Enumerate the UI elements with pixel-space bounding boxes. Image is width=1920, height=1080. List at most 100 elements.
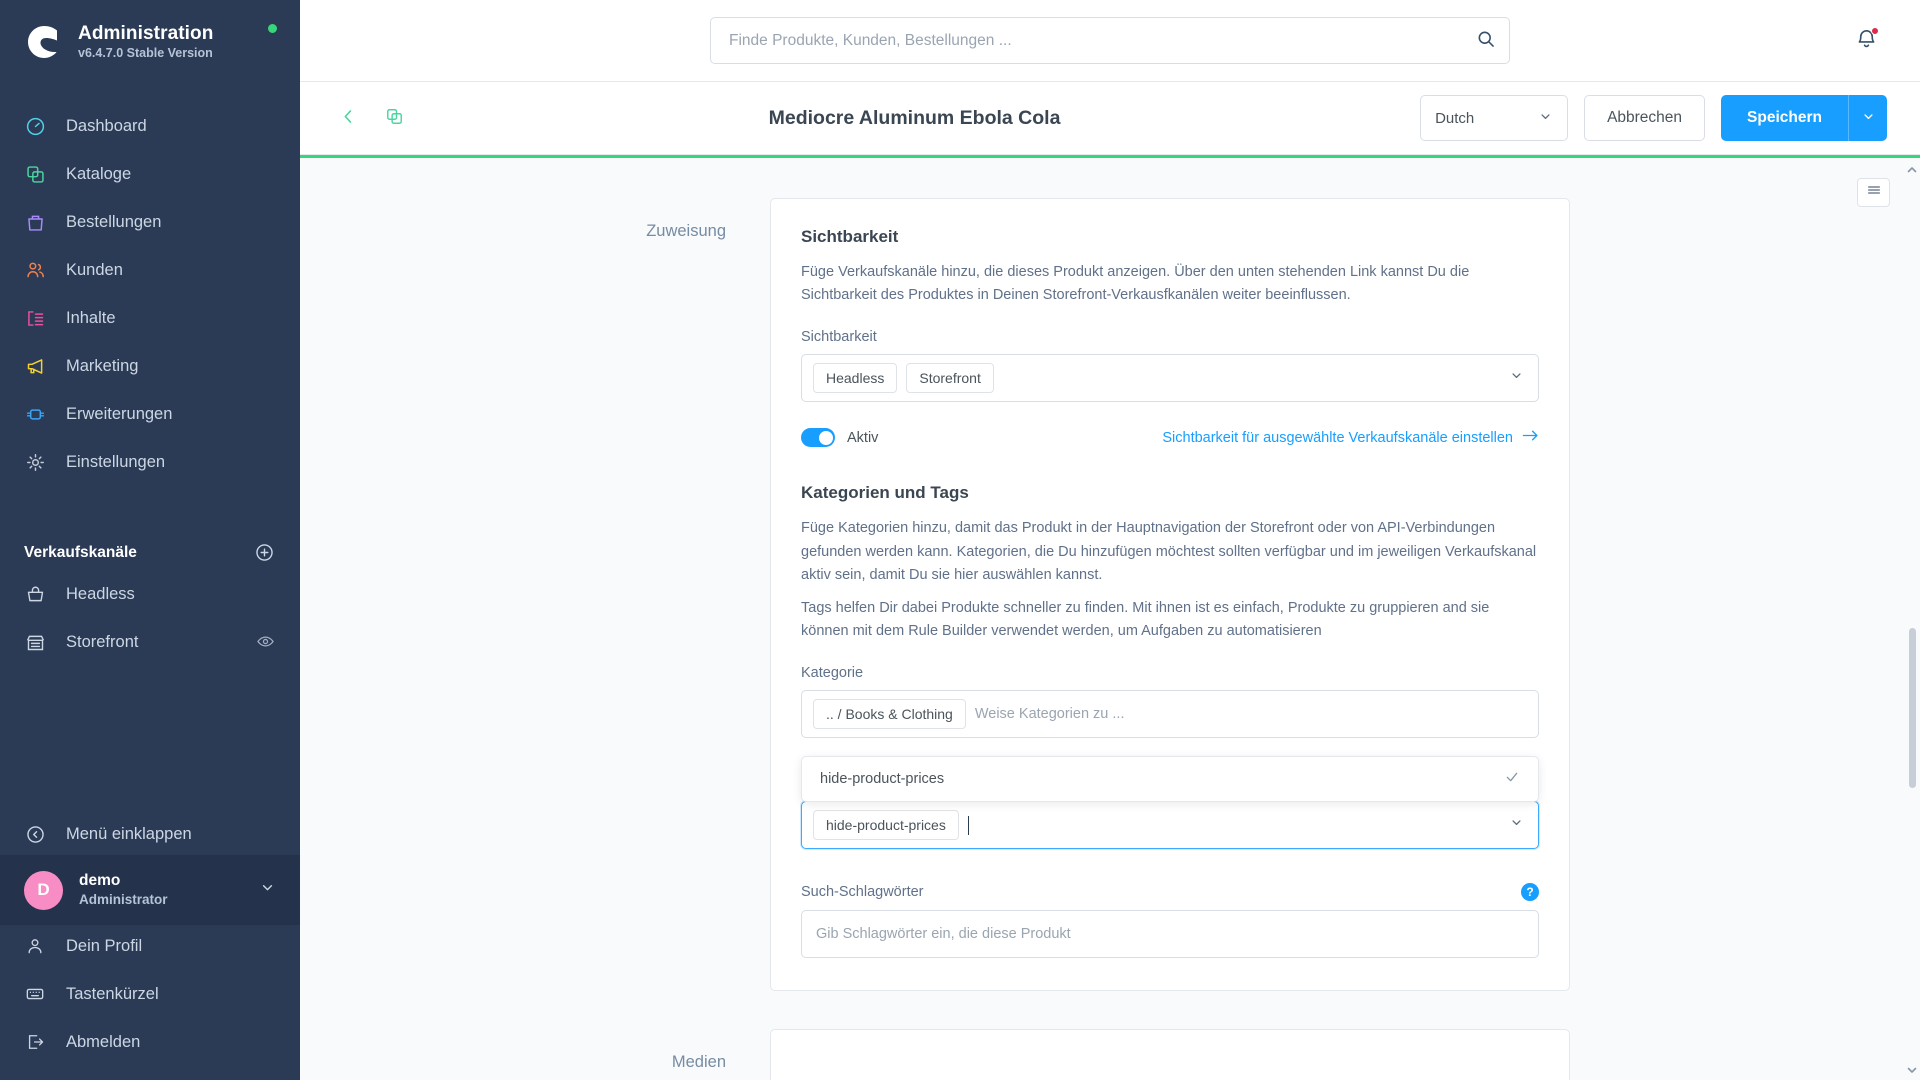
search-icon bbox=[1476, 29, 1496, 52]
sidebar-item-storefront[interactable]: Storefront bbox=[0, 618, 300, 666]
help-question-icon[interactable]: ? bbox=[1521, 883, 1539, 902]
tag-dropdown-option[interactable]: hide-product-prices bbox=[802, 757, 1538, 801]
dashboard-gauge-icon bbox=[24, 115, 46, 137]
user-menu-label: Tastenkürzel bbox=[66, 984, 159, 1003]
active-toggle-group: Aktiv bbox=[801, 428, 878, 448]
content-body: Zuweisung Sichtbarkeit Füge Verkaufskanä… bbox=[300, 158, 1920, 1080]
assignment-card: Sichtbarkeit Füge Verkaufskanäle hinzu, … bbox=[770, 198, 1570, 992]
tag-dropdown-option-label: hide-product-prices bbox=[820, 771, 945, 788]
user-menu-label: Abmelden bbox=[66, 1032, 141, 1051]
visibility-tag-storefront[interactable]: Storefront bbox=[906, 363, 994, 394]
scroll-down-arrow-icon[interactable] bbox=[1906, 1063, 1918, 1075]
keywords-label-row: Such-Schlagwörter ? bbox=[801, 883, 1539, 902]
sidebar-item-label: Inhalte bbox=[66, 308, 116, 327]
visibility-tag-headless[interactable]: Headless bbox=[813, 363, 898, 394]
notification-unread-badge bbox=[1871, 26, 1879, 35]
active-toggle[interactable] bbox=[801, 428, 835, 448]
catalog-copy-icon bbox=[24, 163, 46, 185]
sidebar-item-label: Einstellungen bbox=[66, 452, 166, 471]
keywords-input[interactable] bbox=[801, 910, 1539, 959]
search-input[interactable] bbox=[710, 17, 1510, 64]
orders-bag-icon bbox=[24, 211, 46, 233]
chevron-down-icon[interactable] bbox=[259, 879, 276, 901]
tag-dropdown-panel: hide-product-prices bbox=[801, 756, 1539, 803]
media-row: Medien bbox=[300, 1029, 1920, 1080]
sidebar-item-headless[interactable]: Headless bbox=[0, 570, 300, 618]
tag-select[interactable]: hide-product-prices bbox=[801, 801, 1539, 850]
category-tag[interactable]: .. / Books & Clothing bbox=[813, 699, 966, 730]
categories-description: Füge Kategorien hinzu, damit das Produkt… bbox=[801, 520, 1537, 583]
notifications-button[interactable] bbox=[1855, 26, 1879, 55]
sidebar-item-bestellungen[interactable]: Bestellungen bbox=[0, 198, 300, 246]
brand-header[interactable]: Administration v6.4.7.0 Stable Version bbox=[0, 0, 300, 72]
visibility-settings-link-label: Sichtbarkeit für ausgewählte Verkaufskan… bbox=[1162, 429, 1513, 446]
user-menu-label: Dein Profil bbox=[66, 936, 143, 955]
duplicate-copy-icon bbox=[385, 107, 404, 129]
chevron-down-icon bbox=[1509, 368, 1524, 388]
basket-icon bbox=[24, 583, 46, 605]
customers-people-icon bbox=[24, 259, 46, 281]
sidebar-item-label: Storefront bbox=[66, 632, 139, 651]
user-menu-item-logout[interactable]: Abmelden bbox=[0, 1018, 300, 1066]
user-menu-item-profile[interactable]: Dein Profil bbox=[0, 922, 300, 970]
bell-icon bbox=[1855, 29, 1878, 54]
sales-channels-title: Verkaufskanäle bbox=[24, 544, 137, 561]
visibility-select[interactable]: Headless Storefront bbox=[801, 354, 1539, 403]
sidebar-item-label: Marketing bbox=[66, 356, 139, 375]
sidebar-item-label: Erweiterungen bbox=[66, 404, 173, 423]
content-sidebar-toggle-button[interactable] bbox=[1857, 178, 1890, 207]
shopware-logo-icon bbox=[24, 22, 64, 62]
categories-tags-title: Kategorien und Tags bbox=[801, 483, 969, 503]
save-options-button[interactable] bbox=[1848, 95, 1887, 141]
language-select-value: Dutch bbox=[1435, 109, 1475, 127]
topbar bbox=[300, 0, 1920, 82]
search-button[interactable] bbox=[1468, 23, 1504, 59]
list-toggle-icon bbox=[1866, 182, 1882, 203]
brand-title: Administration bbox=[78, 23, 214, 45]
language-select[interactable]: Dutch bbox=[1420, 95, 1569, 141]
active-toggle-row: Aktiv Sichtbarkeit für ausgewählte Verka… bbox=[801, 428, 1539, 448]
user-name: demo bbox=[79, 872, 121, 890]
logout-icon bbox=[24, 1031, 46, 1053]
sidebar-item-marketing[interactable]: Marketing bbox=[0, 342, 300, 390]
chevron-left-icon bbox=[339, 107, 358, 129]
category-select[interactable]: .. / Books & Clothing Weise Kategorien z… bbox=[801, 690, 1539, 739]
status-online-dot-icon bbox=[268, 24, 277, 33]
collapse-chevron-left-icon bbox=[24, 823, 46, 845]
media-row-label: Medien bbox=[671, 1053, 726, 1072]
user-role: Administrator bbox=[79, 892, 168, 908]
sidebar: Administration v6.4.7.0 Stable Version D… bbox=[0, 0, 300, 1080]
add-circle-icon[interactable] bbox=[254, 542, 276, 564]
tag-chip[interactable]: hide-product-prices bbox=[813, 810, 959, 841]
visibility-settings-link[interactable]: Sichtbarkeit für ausgewählte Verkaufskan… bbox=[1162, 429, 1539, 446]
back-button[interactable] bbox=[333, 103, 363, 133]
sidebar-item-kunden[interactable]: Kunden bbox=[0, 246, 300, 294]
content-scroll-area[interactable]: Zuweisung Sichtbarkeit Füge Verkaufskanä… bbox=[300, 158, 1920, 1080]
save-button[interactable]: Speichern bbox=[1721, 95, 1848, 141]
sidebar-item-kataloge[interactable]: Kataloge bbox=[0, 150, 300, 198]
collapse-menu-button[interactable]: Menü einklappen bbox=[0, 810, 300, 858]
sidebar-item-erweiterungen[interactable]: Erweiterungen bbox=[0, 390, 300, 438]
brand-version: v6.4.7.0 Stable Version bbox=[78, 46, 213, 61]
chevron-down-icon bbox=[1538, 109, 1553, 128]
vertical-scrollbar[interactable] bbox=[1909, 628, 1916, 788]
visibility-title: Sichtbarkeit bbox=[801, 227, 899, 246]
user-menu-item-shortcuts[interactable]: Tastenkürzel bbox=[0, 970, 300, 1018]
sidebar-item-label: Kataloge bbox=[66, 164, 132, 183]
sidebar-item-dashboard[interactable]: Dashboard bbox=[0, 102, 300, 150]
sidebar-item-inhalte[interactable]: Inhalte bbox=[0, 294, 300, 342]
sidebar-item-einstellungen[interactable]: Einstellungen bbox=[0, 438, 300, 486]
scroll-up-arrow-icon[interactable] bbox=[1906, 163, 1918, 175]
cancel-button[interactable]: Abbrechen bbox=[1584, 95, 1706, 141]
user-menu: Dein Profil Tastenkürzel Abmelden bbox=[0, 922, 300, 1080]
chevron-down-icon bbox=[1509, 815, 1524, 835]
eye-icon[interactable] bbox=[256, 632, 276, 652]
user-account-block[interactable]: D demo Administrator bbox=[0, 855, 300, 925]
tag-input-caret bbox=[967, 815, 969, 835]
marketing-megaphone-icon bbox=[24, 355, 46, 377]
main-area: Mediocre Aluminum Ebola Cola Dutch Abbre… bbox=[300, 0, 1920, 1080]
duplicate-button[interactable] bbox=[379, 103, 409, 133]
page-header: Mediocre Aluminum Ebola Cola Dutch Abbre… bbox=[300, 82, 1920, 155]
check-icon bbox=[1504, 769, 1520, 789]
sales-channels-section-header: Verkaufskanäle bbox=[0, 536, 300, 570]
